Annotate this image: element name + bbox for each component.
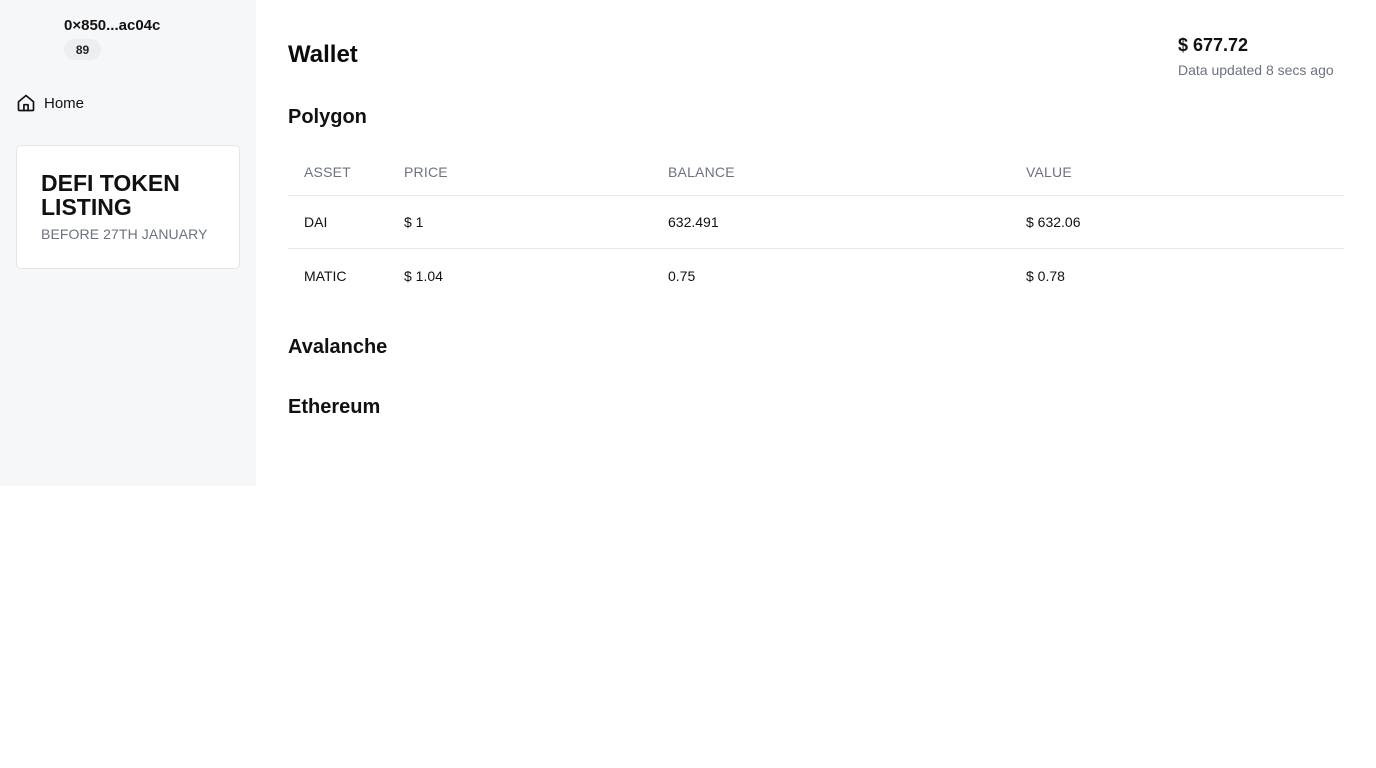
table-header: ASSET PRICE BALANCE VALUE	[288, 148, 1344, 196]
section-title-avalanche: Avalanche	[288, 336, 388, 358]
account-address[interactable]: 0×850...ac04c	[64, 17, 160, 34]
sidebar: 0×850...ac04c 89 Home DEFI TOKEN LISTING…	[0, 0, 256, 486]
data-updated-status: Data updated 8 secs ago	[1178, 62, 1334, 78]
home-icon	[16, 93, 36, 113]
promo-subtitle: BEFORE 27TH JANUARY	[41, 226, 208, 242]
column-header-price: PRICE	[404, 163, 448, 180]
table-row[interactable]: DAI $ 1 632.491 $ 632.06	[288, 196, 1344, 249]
balance-cell: 0.75	[668, 267, 696, 284]
page-title: Wallet	[288, 41, 358, 68]
column-header-value: VALUE	[1026, 163, 1072, 180]
value-cell: $ 632.06	[1026, 214, 1081, 230]
asset-cell: MATIC	[304, 267, 347, 284]
sidebar-item-label: Home	[44, 94, 85, 112]
price-cell: $ 1	[404, 214, 424, 230]
column-header-asset: ASSET	[304, 163, 351, 180]
sidebar-item-home[interactable]: Home	[16, 92, 84, 114]
value-cell: $ 0.78	[1026, 267, 1065, 284]
promo-card[interactable]: DEFI TOKEN LISTING BEFORE 27TH JANUARY	[16, 145, 240, 269]
section-title-ethereum: Ethereum	[288, 396, 381, 418]
column-header-balance: BALANCE	[668, 163, 735, 180]
balance-cell: 632.491	[668, 214, 719, 230]
price-cell: $ 1.04	[404, 267, 443, 284]
asset-cell: DAI	[304, 214, 328, 230]
promo-title: DEFI TOKEN LISTING	[41, 170, 180, 220]
assets-table-polygon: ASSET PRICE BALANCE VALUE DAI $ 1 632.49…	[288, 148, 1344, 302]
table-row[interactable]: MATIC $ 1.04 0.75 $ 0.78	[288, 249, 1344, 302]
section-title-polygon: Polygon	[288, 106, 367, 128]
account-badge: 89	[64, 39, 101, 60]
total-balance: $ 677.72	[1178, 35, 1249, 55]
